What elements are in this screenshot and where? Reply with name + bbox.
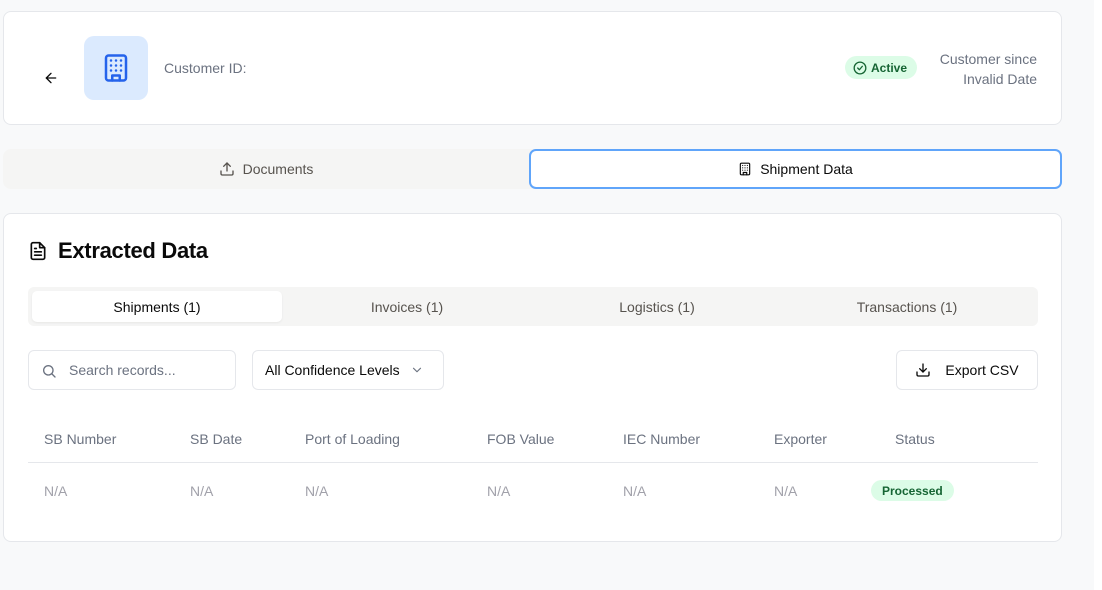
extracted-data-card: Extracted Data Shipments (1) Invoices (1… xyxy=(3,213,1062,542)
search-input[interactable] xyxy=(69,351,229,389)
table-header: SB Number SB Date Port of Loading FOB Va… xyxy=(28,418,1038,463)
search-field xyxy=(28,350,236,390)
search-icon xyxy=(43,365,56,378)
tab-shipments[interactable]: Shipments (1) xyxy=(32,291,282,322)
confidence-select[interactable]: All Confidence Levels xyxy=(252,350,444,390)
chevron-down-icon xyxy=(412,367,421,373)
tab-documents-label: Documents xyxy=(242,161,314,177)
main-tabs: Documents Shipment Data xyxy=(3,149,1062,189)
column-exporter[interactable]: Exporter xyxy=(774,431,827,447)
customer-header-card: Customer ID: Active Customer since Inval… xyxy=(3,11,1062,125)
tab-documents[interactable]: Documents xyxy=(3,149,529,189)
download-icon xyxy=(916,363,931,377)
customer-avatar xyxy=(84,36,148,100)
record-tabs: Shipments (1) Invoices (1) Logistics (1)… xyxy=(28,287,1038,326)
arrow-left-icon xyxy=(45,72,57,84)
tab-shipment-label: Shipment Data xyxy=(760,161,853,177)
page-title: Extracted Data xyxy=(58,238,208,263)
cell-fob-value: N/A xyxy=(487,483,511,499)
customer-since-label: Customer since xyxy=(939,51,1037,67)
check-circle-icon xyxy=(853,61,867,74)
scrollbar-track xyxy=(1094,0,1102,590)
column-iec-number[interactable]: IEC Number xyxy=(623,431,700,447)
column-sb-date[interactable]: SB Date xyxy=(190,431,242,447)
column-port-of-loading[interactable]: Port of Loading xyxy=(305,431,400,447)
tab-transactions[interactable]: Transactions (1) xyxy=(782,291,1032,322)
status-text: Active xyxy=(871,60,908,75)
cell-exporter: N/A xyxy=(774,483,798,499)
cell-iec-number: N/A xyxy=(623,483,647,499)
back-button[interactable] xyxy=(38,65,64,91)
export-csv-label: Export CSV xyxy=(945,362,1019,378)
file-text-icon xyxy=(30,241,46,261)
tab-logistics[interactable]: Logistics (1) xyxy=(532,291,782,322)
customer-id-label: Customer ID: xyxy=(164,60,247,76)
cell-sb-number: N/A xyxy=(44,483,68,499)
upload-icon xyxy=(219,162,234,176)
processed-status-badge: Processed xyxy=(871,480,954,501)
column-sb-number[interactable]: SB Number xyxy=(44,431,116,447)
column-status[interactable]: Status xyxy=(895,431,935,447)
building-icon xyxy=(739,162,751,176)
column-fob-value[interactable]: FOB Value xyxy=(487,431,554,447)
status-badge: Active xyxy=(845,56,918,79)
customer-since-value: Invalid Date xyxy=(963,71,1037,87)
cell-port-of-loading: N/A xyxy=(305,483,329,499)
building-icon xyxy=(104,54,128,82)
extracted-title-row: Extracted Data xyxy=(28,238,208,264)
cell-sb-date: N/A xyxy=(190,483,214,499)
confidence-select-value: All Confidence Levels xyxy=(265,362,400,378)
export-csv-button[interactable]: Export CSV xyxy=(896,350,1038,390)
tab-invoices[interactable]: Invoices (1) xyxy=(282,291,532,322)
tab-shipment-data[interactable]: Shipment Data xyxy=(529,149,1062,189)
customer-since: Customer since Invalid Date xyxy=(940,49,1037,89)
